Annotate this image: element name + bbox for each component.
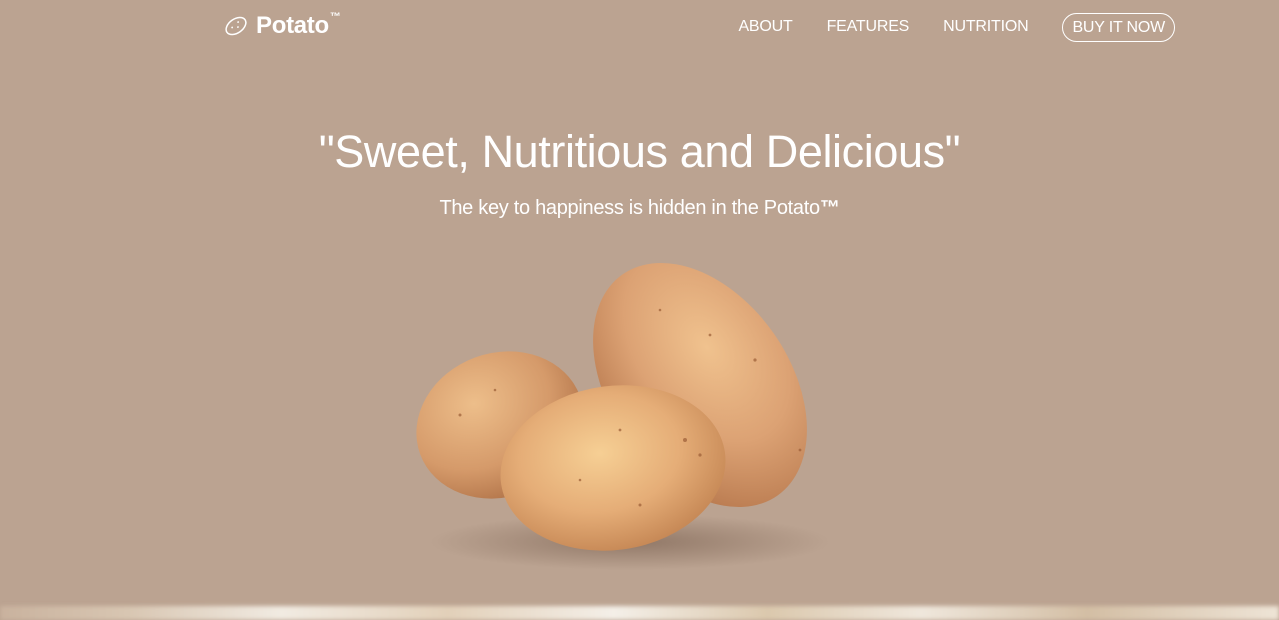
nav-link-about[interactable]: ABOUT bbox=[738, 18, 792, 36]
navbar: Potato ™ ABOUT FEATURES NUTRITION BUY IT … bbox=[0, 0, 1279, 54]
nav-link-features[interactable]: FEATURES bbox=[827, 18, 910, 36]
next-section-preview bbox=[0, 606, 1279, 620]
brand-name: Potato bbox=[256, 12, 329, 39]
buy-it-now-button[interactable]: BUY IT NOW bbox=[1062, 12, 1175, 42]
hero-subtitle-text: The key to happiness is hidden in the Po… bbox=[439, 197, 820, 219]
hero-title: "Sweet, Nutritious and Delicious" bbox=[318, 126, 961, 177]
hero-subtitle: The key to happiness is hidden in the Po… bbox=[0, 194, 1279, 222]
landing-page: Potato ™ ABOUT FEATURES NUTRITION BUY IT … bbox=[0, 0, 1279, 620]
brand-logo[interactable]: Potato ™ bbox=[224, 10, 341, 42]
potato-icon bbox=[224, 14, 248, 38]
hero-subtitle-trademark: ™ bbox=[819, 197, 840, 219]
nav-links: ABOUT FEATURES NUTRITION BUY IT NOW bbox=[704, 12, 1175, 42]
nav-link-nutrition[interactable]: NUTRITION bbox=[943, 18, 1029, 36]
brand-trademark: ™ bbox=[329, 11, 341, 23]
potatoes-image bbox=[400, 250, 860, 580]
